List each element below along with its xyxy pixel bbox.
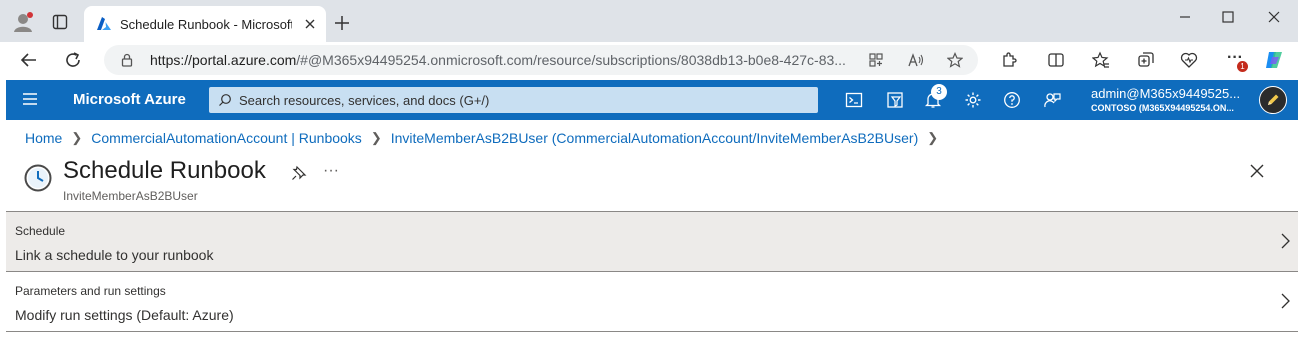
tab-actions-icon[interactable] — [52, 14, 68, 30]
help-icon[interactable] — [1003, 91, 1021, 109]
lock-icon[interactable] — [120, 53, 134, 67]
close-blade-icon[interactable] — [1250, 164, 1264, 178]
row-value: Link a schedule to your runbook — [15, 247, 214, 263]
breadcrumb-home[interactable]: Home — [25, 130, 62, 146]
refresh-icon[interactable] — [64, 51, 82, 69]
divider — [6, 331, 1298, 332]
breadcrumb: Home ❯ CommercialAutomationAccount | Run… — [25, 129, 947, 147]
page-title: Schedule Runbook — [63, 157, 266, 184]
account-menu[interactable]: admin@M365x9449525... CONTOSO (M365X9449… — [1091, 84, 1249, 116]
search-input[interactable] — [239, 91, 809, 109]
parameters-row[interactable]: Parameters and run settings Modify run s… — [6, 271, 1298, 331]
account-name: admin@M365x9449525... — [1091, 86, 1241, 101]
close-tab-icon[interactable] — [303, 17, 317, 31]
app-available-icon[interactable] — [868, 52, 884, 68]
breadcrumb-runbook[interactable]: InviteMemberAsB2BUser (CommercialAutomat… — [391, 130, 919, 146]
menu-icon[interactable] — [22, 92, 38, 106]
tab-title: Schedule Runbook - Microsoft Azure — [120, 17, 292, 32]
url-field[interactable]: https://portal.azure.com/#@M365x94495254… — [104, 45, 978, 75]
settings-gear-icon[interactable] — [964, 91, 982, 109]
collections-icon[interactable] — [1137, 51, 1155, 69]
new-tab-icon[interactable] — [334, 15, 350, 31]
copilot-icon[interactable] — [1263, 49, 1285, 71]
more-options-icon[interactable]: ··· — [323, 162, 341, 180]
azure-logo-icon — [97, 17, 111, 30]
close-window-icon[interactable] — [1266, 9, 1282, 25]
pin-icon[interactable] — [291, 165, 307, 181]
account-tenant: CONTOSO (M365X94495254.ON... — [1091, 103, 1234, 113]
search-icon — [219, 94, 231, 106]
directory-filter-icon[interactable] — [886, 91, 904, 109]
portal-brand[interactable]: Microsoft Azure — [73, 91, 186, 108]
chevron-right-icon: ❯ — [71, 130, 83, 145]
clock-icon — [24, 164, 52, 192]
breadcrumb-runbooks[interactable]: CommercialAutomationAccount | Runbooks — [91, 130, 362, 146]
chevron-right-icon — [1281, 293, 1290, 309]
row-label: Schedule — [15, 224, 66, 238]
portal-header: Microsoft Azure 3 admin@M365x9449525... … — [6, 80, 1298, 120]
browser-tab-bar: Schedule Runbook - Microsoft Azure — [0, 0, 1298, 42]
url-host: https://portal.azure.com — [150, 52, 297, 68]
chevron-right-icon: ❯ — [370, 130, 382, 145]
address-bar-row: https://portal.azure.com/#@M365x94495254… — [0, 42, 1298, 78]
row-label: Parameters and run settings — [15, 284, 166, 298]
chevron-right-icon: ❯ — [927, 130, 939, 145]
url-text: https://portal.azure.com/#@M365x94495254… — [150, 52, 858, 68]
profile-icon[interactable] — [12, 11, 34, 33]
browser-tab[interactable]: Schedule Runbook - Microsoft Azure — [84, 6, 326, 42]
read-aloud-icon[interactable] — [908, 52, 924, 68]
browser-essentials-icon[interactable] — [1180, 51, 1198, 69]
avatar[interactable] — [1259, 86, 1287, 114]
settings-and-more-button[interactable]: ··· 1 — [1225, 48, 1249, 72]
notification-dot: 1 — [1237, 61, 1248, 72]
global-search[interactable] — [209, 87, 818, 113]
back-arrow-icon[interactable] — [20, 51, 38, 69]
chevron-right-icon — [1281, 233, 1290, 249]
page-subtitle: InviteMemberAsB2BUser — [63, 189, 198, 203]
split-screen-icon[interactable] — [1047, 51, 1065, 69]
url-path: /#@M365x94495254.onmicrosoft.com/resourc… — [296, 52, 846, 68]
cloud-shell-icon[interactable] — [845, 91, 863, 109]
minimize-icon[interactable] — [1175, 10, 1195, 24]
favorite-star-icon[interactable] — [947, 52, 963, 68]
feedback-icon[interactable] — [1043, 91, 1061, 109]
pencil-avatar-icon — [1268, 94, 1279, 105]
schedule-row[interactable]: Schedule Link a schedule to your runbook — [6, 211, 1298, 271]
favorites-icon[interactable] — [1092, 51, 1110, 69]
extensions-icon[interactable] — [1000, 51, 1018, 69]
row-value: Modify run settings (Default: Azure) — [15, 307, 234, 323]
notification-count-badge: 3 — [931, 84, 947, 100]
maximize-icon[interactable] — [1220, 10, 1236, 24]
